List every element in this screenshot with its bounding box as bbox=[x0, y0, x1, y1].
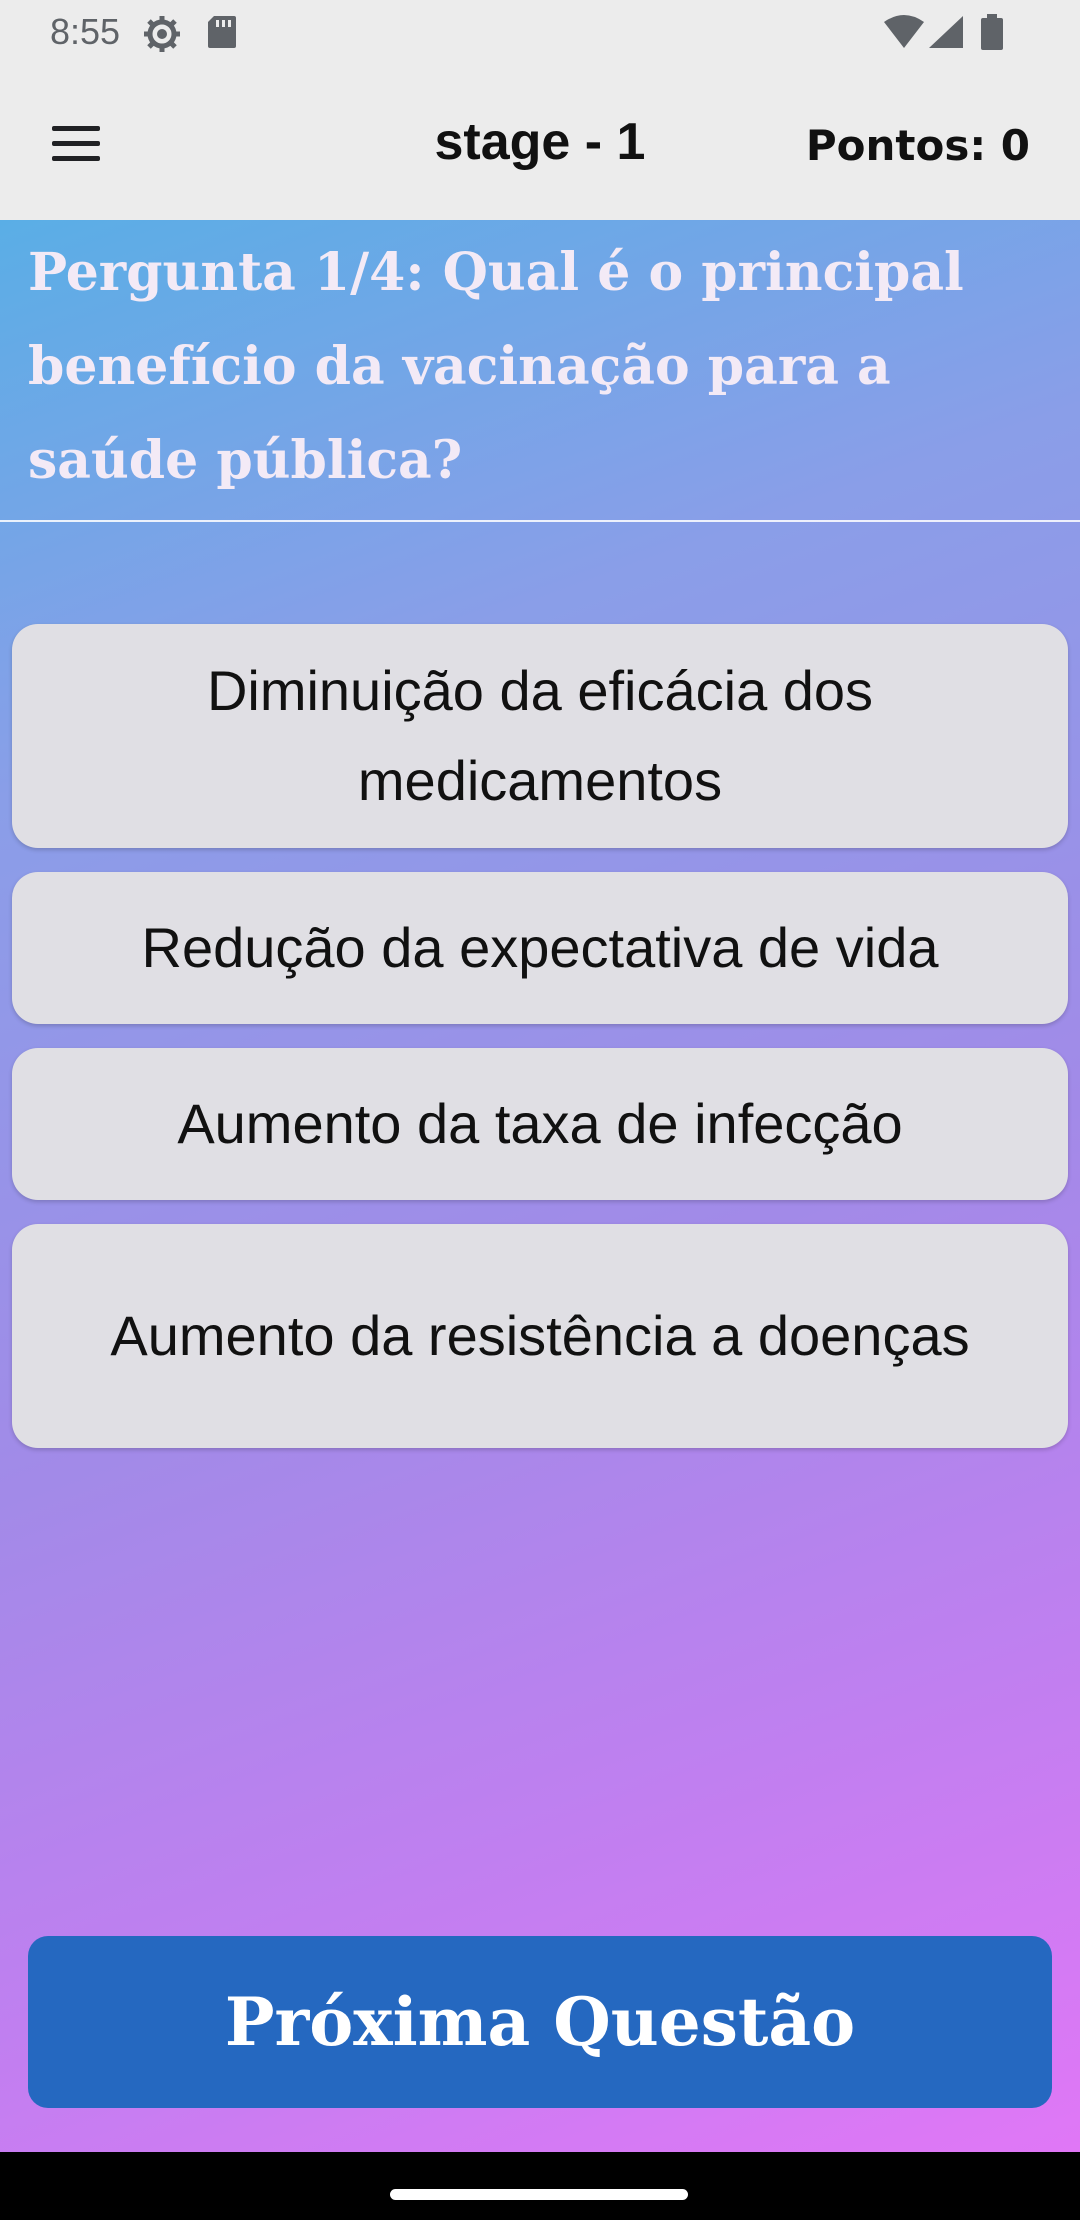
next-question-button[interactable]: Próxima Questão bbox=[28, 1936, 1052, 2108]
settings-gear-icon bbox=[142, 14, 182, 58]
score-label: Pontos: 0 bbox=[805, 121, 1030, 170]
navigation-bar bbox=[0, 2152, 1080, 2220]
question-divider bbox=[0, 520, 1080, 522]
battery-icon bbox=[980, 14, 1004, 56]
answer-option-2[interactable]: Redução da expectativa de vida bbox=[12, 872, 1068, 1024]
wifi-icon bbox=[882, 14, 926, 54]
answer-option-3[interactable]: Aumento da taxa de infecção bbox=[12, 1048, 1068, 1200]
status-time: 8:55 bbox=[50, 11, 121, 52]
status-bar: 8:55 bbox=[0, 0, 1080, 64]
sd-card-icon bbox=[206, 14, 238, 54]
app-bar: stage - 1 Pontos: 0 bbox=[0, 64, 1080, 220]
answer-option-4[interactable]: Aumento da resistência a doenças bbox=[12, 1224, 1068, 1448]
answer-option-1[interactable]: Diminuição da eficácia dos medicamentos bbox=[12, 624, 1068, 848]
home-indicator[interactable] bbox=[390, 2189, 688, 2200]
quiz-content: Pergunta 1/4: Qual é o principal benefíc… bbox=[0, 220, 1080, 2152]
question-text: Pergunta 1/4: Qual é o principal benefíc… bbox=[28, 242, 964, 491]
cell-signal-icon bbox=[925, 14, 965, 54]
